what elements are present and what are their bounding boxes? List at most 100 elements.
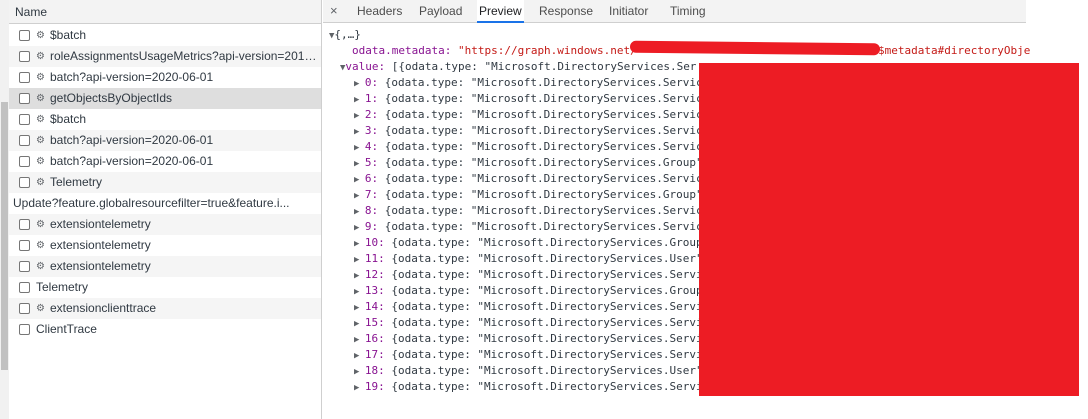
gear-icon: ⚙ xyxy=(36,156,45,167)
request-row[interactable]: ⚙ Telemetry xyxy=(9,172,321,193)
collapsed-triangle-icon[interactable]: ▶ xyxy=(354,367,365,377)
value-item[interactable]: ▶ 8: {odata.type: "Microsoft.DirectorySe… xyxy=(354,203,703,219)
collapsed-triangle-icon[interactable]: ▶ xyxy=(354,335,365,345)
metadata-value-end: $metadata#directoryObje xyxy=(878,44,1031,57)
request-row[interactable]: ⚙ roleAssignmentsUsageMetrics?api-version… xyxy=(9,46,321,67)
value-item[interactable]: ▶ 19: {odata.type: "Microsoft.DirectoryS… xyxy=(354,379,703,395)
collapsed-triangle-icon[interactable]: ▶ xyxy=(354,319,365,329)
request-name: roleAssignmentsUsageMetrics?api-version=… xyxy=(50,49,317,63)
request-name: getObjectsByObjectIds xyxy=(50,91,173,105)
tab-headers[interactable]: Headers xyxy=(355,0,404,23)
value-item[interactable]: ▶ 11: {odata.type: "Microsoft.DirectoryS… xyxy=(354,251,703,267)
value-line[interactable]: ▼value: [{odata.type: "Microsoft.Directo… xyxy=(340,59,696,75)
collapsed-triangle-icon[interactable]: ▶ xyxy=(354,223,365,233)
value-item[interactable]: ▶ 7: {odata.type: "Microsoft.DirectorySe… xyxy=(354,187,703,203)
value-item[interactable]: ▶ 9: {odata.type: "Microsoft.DirectorySe… xyxy=(354,219,703,235)
value-item[interactable]: ▶ 5: {odata.type: "Microsoft.DirectorySe… xyxy=(354,155,703,171)
value-item[interactable]: ▶ 16: {odata.type: "Microsoft.DirectoryS… xyxy=(354,331,703,347)
request-row[interactable]: Update?feature.globalresourcefilter=true… xyxy=(9,193,321,214)
item-summary: {odata.type: "Microsoft.DirectoryService… xyxy=(391,284,703,297)
value-item[interactable]: ▶ 0: {odata.type: "Microsoft.DirectorySe… xyxy=(354,75,703,91)
request-row[interactable]: ClientTrace xyxy=(9,319,321,340)
tab-response[interactable]: Response xyxy=(537,0,595,23)
gear-icon: ⚙ xyxy=(36,93,45,104)
request-row[interactable]: ⚙ extensiontelemetry xyxy=(9,235,321,256)
tab-initiator[interactable]: Initiator xyxy=(607,0,650,23)
request-row[interactable]: Telemetry xyxy=(9,277,321,298)
request-row[interactable]: ⚙ batch?api-version=2020-06-01 xyxy=(9,67,321,88)
value-item[interactable]: ▶ 17: {odata.type: "Microsoft.DirectoryS… xyxy=(354,347,703,363)
request-checkbox[interactable] xyxy=(19,51,30,62)
request-row[interactable]: ⚙ extensionclienttrace xyxy=(9,298,321,319)
item-index: 18: xyxy=(364,364,385,377)
value-item[interactable]: ▶ 12: {odata.type: "Microsoft.DirectoryS… xyxy=(354,267,703,283)
detail-tab-bar: × Headers Payload Preview Response Initi… xyxy=(323,0,1026,23)
value-item[interactable]: ▶ 13: {odata.type: "Microsoft.DirectoryS… xyxy=(354,283,703,299)
request-name: batch?api-version=2020-06-01 xyxy=(50,133,214,147)
request-name: Telemetry xyxy=(36,280,89,294)
name-column-header[interactable]: Name xyxy=(9,0,321,24)
collapsed-triangle-icon[interactable]: ▶ xyxy=(354,127,365,137)
item-index: 19: xyxy=(364,380,385,393)
json-root[interactable]: ▼{,…} xyxy=(329,27,361,43)
collapsed-triangle-icon[interactable]: ▶ xyxy=(354,239,365,249)
collapsed-triangle-icon[interactable]: ▶ xyxy=(354,287,365,297)
request-checkbox[interactable] xyxy=(19,156,30,167)
collapsed-triangle-icon[interactable]: ▶ xyxy=(354,271,365,281)
metadata-value-end-line: $metadata#directoryObje xyxy=(878,43,1030,59)
request-checkbox[interactable] xyxy=(19,72,30,83)
collapsed-triangle-icon[interactable]: ▶ xyxy=(354,143,365,153)
request-row[interactable]: ⚙ extensiontelemetry xyxy=(9,214,321,235)
close-icon[interactable]: × xyxy=(330,3,338,18)
request-row[interactable]: ⚙ batch?api-version=2020-06-01 xyxy=(9,130,321,151)
gear-icon: ⚙ xyxy=(36,261,45,272)
value-item[interactable]: ▶ 2: {odata.type: "Microsoft.DirectorySe… xyxy=(354,107,703,123)
collapsed-triangle-icon[interactable]: ▶ xyxy=(354,383,365,393)
collapsed-triangle-icon[interactable]: ▶ xyxy=(354,191,365,201)
request-checkbox[interactable] xyxy=(19,114,30,125)
value-item[interactable]: ▶ 10: {odata.type: "Microsoft.DirectoryS… xyxy=(354,235,703,251)
collapsed-triangle-icon[interactable]: ▶ xyxy=(354,95,365,105)
collapsed-triangle-icon[interactable]: ▶ xyxy=(354,111,365,121)
request-name: batch?api-version=2020-06-01 xyxy=(50,154,214,168)
collapsed-triangle-icon[interactable]: ▶ xyxy=(354,159,365,169)
request-row[interactable]: ⚙ $batch xyxy=(9,109,321,130)
value-item[interactable]: ▶ 14: {odata.type: "Microsoft.DirectoryS… xyxy=(354,299,703,315)
request-checkbox[interactable] xyxy=(19,261,30,272)
collapsed-triangle-icon[interactable]: ▶ xyxy=(354,303,365,313)
collapsed-triangle-icon[interactable]: ▶ xyxy=(354,175,365,185)
request-checkbox[interactable] xyxy=(19,135,30,146)
item-summary: {odata.type: "Microsoft.DirectoryService… xyxy=(391,316,703,329)
value-item[interactable]: ▶ 3: {odata.type: "Microsoft.DirectorySe… xyxy=(354,123,703,139)
request-checkbox[interactable] xyxy=(19,30,30,41)
request-checkbox[interactable] xyxy=(19,219,30,230)
collapsed-triangle-icon[interactable]: ▶ xyxy=(354,351,365,361)
value-item[interactable]: ▶ 4: {odata.type: "Microsoft.DirectorySe… xyxy=(354,139,703,155)
request-checkbox[interactable] xyxy=(19,240,30,251)
request-row[interactable]: ⚙ batch?api-version=2020-06-01 xyxy=(9,151,321,172)
value-item[interactable]: ▶ 1: {odata.type: "Microsoft.DirectorySe… xyxy=(354,91,703,107)
request-row[interactable]: ⚙ getObjectsByObjectIds xyxy=(9,88,321,109)
request-row[interactable]: ⚙ $batch xyxy=(9,25,321,46)
request-checkbox[interactable] xyxy=(19,177,30,188)
item-index: 17: xyxy=(364,348,385,361)
collapsed-triangle-icon[interactable]: ▶ xyxy=(354,79,365,89)
tab-preview[interactable]: Preview xyxy=(477,0,524,23)
value-item[interactable]: ▶ 6: {odata.type: "Microsoft.DirectorySe… xyxy=(354,171,703,187)
request-checkbox[interactable] xyxy=(19,93,30,104)
request-list-scrollbar[interactable] xyxy=(0,0,9,419)
item-summary: {odata.type: "Microsoft.DirectoryService… xyxy=(391,236,703,249)
collapsed-triangle-icon[interactable]: ▶ xyxy=(354,255,365,265)
value-item[interactable]: ▶ 18: {odata.type: "Microsoft.DirectoryS… xyxy=(354,363,703,379)
scrollbar-thumb[interactable] xyxy=(1,102,8,370)
request-checkbox[interactable] xyxy=(19,303,30,314)
value-key: value: xyxy=(345,60,386,73)
collapsed-triangle-icon[interactable]: ▶ xyxy=(354,207,365,217)
item-index: 3: xyxy=(364,124,379,137)
value-item[interactable]: ▶ 15: {odata.type: "Microsoft.DirectoryS… xyxy=(354,315,703,331)
request-checkbox[interactable] xyxy=(19,282,30,293)
request-row[interactable]: ⚙ extensiontelemetry xyxy=(9,256,321,277)
tab-timing[interactable]: Timing xyxy=(668,0,708,23)
request-checkbox[interactable] xyxy=(19,324,30,335)
tab-payload[interactable]: Payload xyxy=(417,0,464,23)
